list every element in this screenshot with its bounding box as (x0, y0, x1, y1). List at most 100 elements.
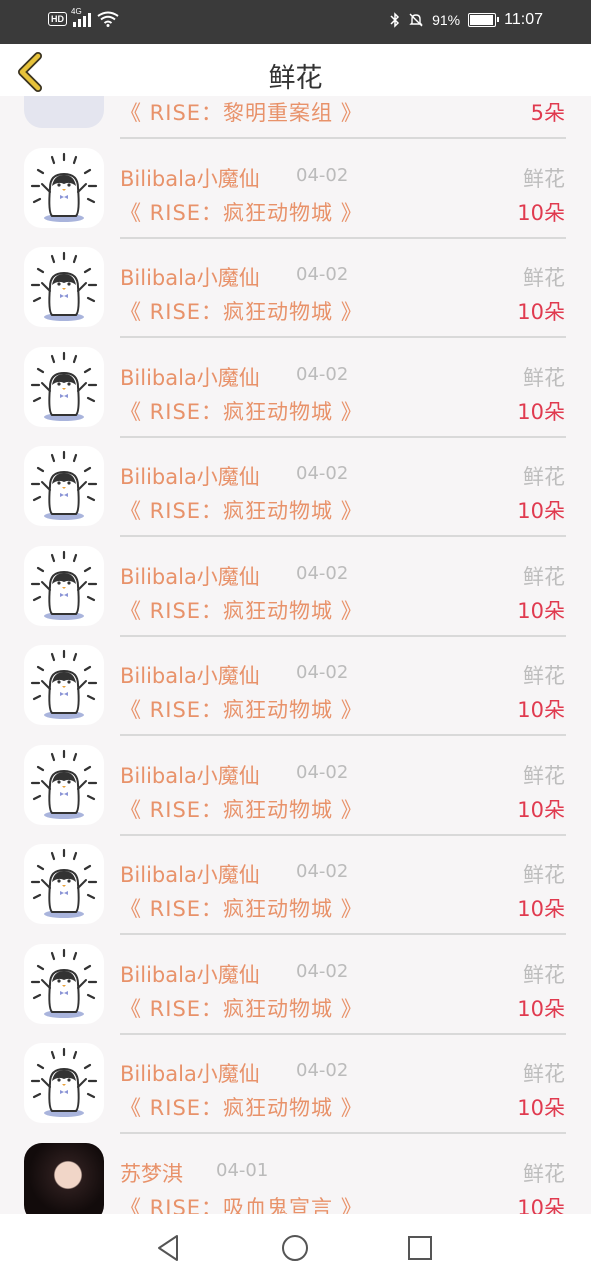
row-detail: 《 RISE：疯狂动物城 》 10朵 (120, 893, 565, 923)
avatar[interactable] (24, 545, 104, 626)
gift-date: 04-01 (216, 1159, 269, 1181)
row-header: Bilibala小魔仙 04-02 鲜花 (120, 362, 565, 392)
sender-name[interactable]: Bilibala小魔仙 (120, 660, 260, 690)
mute-bell-icon (409, 13, 423, 27)
gift-date: 04-02 (296, 562, 349, 584)
work-title[interactable]: 《 RISE：疯狂动物城 》 (120, 296, 363, 326)
avatar[interactable] (24, 645, 104, 725)
gift-type: 鲜花 (523, 465, 565, 489)
status-bar: HD 4G 91% 11:07 (0, 0, 591, 44)
row-detail: 《 RISE：黎明重案组 》 5朵 (120, 97, 565, 127)
battery-icon (468, 13, 500, 27)
sender-name[interactable]: Bilibala小魔仙 (120, 163, 260, 193)
avatar[interactable] (24, 147, 104, 228)
circle-home-icon[interactable] (279, 1232, 311, 1264)
gift-count: 10朵 (517, 996, 565, 1021)
list-item[interactable]: Bilibala小魔仙 04-02 鲜花《 RISE：疯狂动物城 》 10朵 (0, 638, 591, 738)
work-title[interactable]: 《 RISE：吸血鬼宣言 》 (120, 1192, 363, 1215)
work-title[interactable]: 《 RISE：疯狂动物城 》 (120, 396, 363, 426)
gift-date: 04-02 (296, 960, 349, 982)
divider (120, 634, 566, 637)
gift-count: 10朵 (517, 1096, 565, 1120)
gift-type: 鲜花 (523, 664, 565, 688)
gift-count: 5朵 (530, 101, 565, 125)
gift-count: 10朵 (517, 897, 565, 921)
clock-time: 11:07 (504, 11, 543, 28)
sender-name[interactable]: Bilibala小魔仙 (120, 1058, 260, 1088)
avatar[interactable] (24, 96, 104, 128)
list-item[interactable]: 《 RISE：黎明重案组 》 5朵 (0, 96, 591, 141)
sender-name[interactable]: Bilibala小魔仙 (120, 859, 260, 889)
sender-name[interactable]: Bilibala小魔仙 (120, 461, 260, 491)
bluetooth-icon (390, 12, 400, 28)
gift-type: 鲜花 (523, 564, 565, 589)
divider (120, 535, 566, 537)
gift-count: 10朵 (517, 698, 565, 722)
row-detail: 《 RISE：疯狂动物城 》 10朵 (120, 794, 565, 824)
header-bar: 鲜花 (0, 44, 591, 96)
work-title[interactable]: 《 RISE：疯狂动物城 》 (120, 794, 363, 824)
gift-count: 10朵 (517, 399, 565, 424)
gift-date: 04-02 (296, 761, 349, 783)
row-header: 苏梦淇 04-01 鲜花 (120, 1158, 565, 1188)
gift-type: 鲜花 (523, 863, 565, 887)
work-title[interactable]: 《 RISE：疯狂动物城 》 (120, 993, 363, 1023)
list-item[interactable]: Bilibala小魔仙 04-02 鲜花《 RISE：疯狂动物城 》 10朵 (0, 837, 591, 937)
sender-name[interactable]: 苏梦淇 (120, 1158, 183, 1188)
gift-date: 04-02 (296, 662, 349, 683)
row-detail: 《 RISE：疯狂动物城 》 10朵 (120, 296, 565, 326)
sender-name[interactable]: Bilibala小魔仙 (120, 362, 260, 392)
list-item[interactable]: Bilibala小魔仙 04-02 鲜花《 RISE：疯狂动物城 》 10朵 (0, 539, 591, 639)
row-header: Bilibala小魔仙 04-02 鲜花 (120, 561, 565, 591)
row-detail: 《 RISE：疯狂动物城 》 10朵 (120, 993, 565, 1023)
sender-name[interactable]: Bilibala小魔仙 (120, 561, 260, 591)
gift-count: 10朵 (517, 797, 565, 822)
avatar[interactable] (24, 446, 104, 526)
row-header: Bilibala小魔仙 04-02 鲜花 (120, 760, 565, 790)
row-detail: 《 RISE：疯狂动物城 》 10朵 (120, 595, 565, 625)
divider (120, 833, 566, 836)
network-type-label: 4G (71, 7, 82, 16)
row-detail: 《 RISE：疯狂动物城 》 10朵 (120, 495, 565, 525)
row-header: Bilibala小魔仙 04-02 鲜花 (120, 461, 565, 491)
system-nav-bar (0, 1214, 591, 1280)
work-title[interactable]: 《 RISE：疯狂动物城 》 (120, 495, 363, 525)
avatar[interactable] (24, 943, 104, 1024)
list-item[interactable]: Bilibala小魔仙 04-02 鲜花《 RISE：疯狂动物城 》 10朵 (0, 1036, 591, 1136)
square-recent-icon[interactable] (404, 1232, 436, 1264)
list-item[interactable]: Bilibala小魔仙 04-02 鲜花《 RISE：疯狂动物城 》 10朵 (0, 141, 591, 241)
work-title[interactable]: 《 RISE：疯狂动物城 》 (120, 595, 363, 625)
row-header: Bilibala小魔仙 04-02 鲜花 (120, 859, 565, 889)
sender-name[interactable]: Bilibala小魔仙 (120, 262, 260, 292)
list-item[interactable]: Bilibala小魔仙 04-02 鲜花《 RISE：疯狂动物城 》 10朵 (0, 240, 591, 340)
row-header: Bilibala小魔仙 04-02 鲜花 (120, 163, 565, 193)
work-title[interactable]: 《 RISE：疯狂动物城 》 (120, 1092, 363, 1122)
avatar[interactable] (24, 1043, 104, 1123)
row-detail: 《 RISE：疯狂动物城 》 10朵 (120, 197, 565, 227)
work-title[interactable]: 《 RISE：疯狂动物城 》 (120, 694, 363, 724)
avatar[interactable] (24, 744, 104, 825)
wifi-icon (97, 11, 119, 27)
work-title[interactable]: 《 RISE：黎明重案组 》 (120, 97, 363, 127)
gift-count: 10朵 (517, 200, 565, 225)
gift-date: 04-02 (296, 363, 349, 385)
avatar[interactable] (24, 844, 104, 924)
list-item[interactable]: Bilibala小魔仙 04-02 鲜花《 RISE：疯狂动物城 》 10朵 (0, 738, 591, 838)
gift-type: 鲜花 (523, 1062, 565, 1086)
gift-date: 04-02 (296, 1060, 349, 1081)
sender-name[interactable]: Bilibala小魔仙 (120, 959, 260, 989)
gift-record-list[interactable]: 《 RISE：黎明重案组 》 5朵 Bilibala小魔仙 04-02 鲜花《 RISE… (0, 96, 591, 1214)
gift-date: 04-02 (296, 164, 349, 186)
list-item[interactable]: Bilibala小魔仙 04-02 鲜花《 RISE：疯狂动物城 》 10朵 (0, 340, 591, 440)
list-item[interactable]: Bilibala小魔仙 04-02 鲜花《 RISE：疯狂动物城 》 10朵 (0, 937, 591, 1037)
list-item[interactable]: Bilibala小魔仙 04-02 鲜花《 RISE：疯狂动物城 》 10朵 (0, 439, 591, 539)
work-title[interactable]: 《 RISE：疯狂动物城 》 (120, 893, 363, 923)
avatar[interactable] (24, 346, 104, 427)
divider (120, 137, 566, 139)
work-title[interactable]: 《 RISE：疯狂动物城 》 (120, 197, 363, 227)
sender-name[interactable]: Bilibala小魔仙 (120, 760, 260, 790)
avatar[interactable] (24, 1142, 104, 1214)
triangle-back-icon[interactable] (153, 1232, 185, 1264)
avatar[interactable] (24, 247, 104, 327)
list-item[interactable]: 苏梦淇 04-01 鲜花《 RISE：吸血鬼宣言 》 10朵 (0, 1136, 591, 1215)
